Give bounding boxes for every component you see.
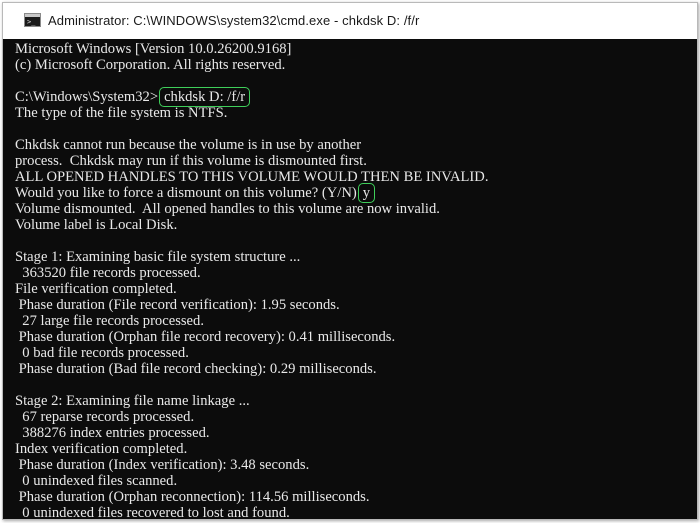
console-line: Phase duration (File record verification…	[15, 297, 340, 313]
console-line: File verification completed.	[15, 281, 177, 297]
console-line: ALL OPENED HANDLES TO THIS VOLUME WOULD …	[15, 169, 489, 185]
console-line: (c) Microsoft Corporation. All rights re…	[15, 57, 286, 73]
console-line: Chkdsk cannot run because the volume is …	[15, 137, 362, 153]
console-line: Phase duration (Orphan file record recov…	[15, 329, 396, 345]
console-line: Stage 2: Examining file name linkage ...	[15, 393, 250, 409]
typed-command: chkdsk D: /f/r	[159, 87, 251, 107]
typed-answer: y	[357, 183, 376, 203]
console-line: Volume dismounted. All opened handles to…	[15, 201, 440, 217]
console-line: Phase duration (Orphan reconnection): 11…	[15, 489, 370, 505]
console-line: 27 large file records processed.	[15, 313, 204, 329]
cmd-window: >_ Administrator: C:\WINDOWS\system32\cm…	[2, 2, 698, 520]
console-line: 67 reparse records processed.	[15, 409, 195, 425]
console-line: Would you like to force a dismount on th…	[15, 183, 488, 203]
console-line: 388276 index entries processed.	[15, 425, 210, 441]
window-title: Administrator: C:\WINDOWS\system32\cmd.e…	[48, 13, 420, 28]
title-bar[interactable]: >_ Administrator: C:\WINDOWS\system32\cm…	[3, 3, 697, 39]
console-line: C:\Windows\System32> chkdsk D: /f/r	[15, 87, 488, 107]
console-line: 0 bad file records processed.	[15, 345, 189, 361]
dismount-question: Would you like to force a dismount on th…	[15, 185, 357, 201]
console-line: Stage 1: Examining basic file system str…	[15, 249, 301, 265]
console-line: Phase duration (Bad file record checking…	[15, 361, 377, 377]
console-line: 363520 file records processed.	[15, 265, 201, 281]
command-prompt: C:\Windows\System32>	[15, 89, 159, 105]
console-line: The type of the file system is NTFS.	[15, 105, 228, 121]
console-line: Volume label is Local Disk.	[15, 217, 178, 233]
console-line: Index verification completed.	[15, 441, 188, 457]
console-line: 0 unindexed files recovered to lost and …	[15, 505, 290, 519]
console-line: Microsoft Windows [Version 10.0.26200.91…	[15, 41, 292, 57]
console-lines: Microsoft Windows [Version 10.0.26200.91…	[15, 41, 488, 519]
console-line: process. Chkdsk may run if this volume i…	[15, 153, 367, 169]
console-line: 0 unindexed files scanned.	[15, 473, 178, 489]
console-line: Phase duration (Index verification): 3.4…	[15, 457, 310, 473]
command-prompt-icon: >_	[24, 13, 41, 27]
console-output[interactable]: Microsoft Windows [Version 10.0.26200.91…	[3, 39, 697, 519]
